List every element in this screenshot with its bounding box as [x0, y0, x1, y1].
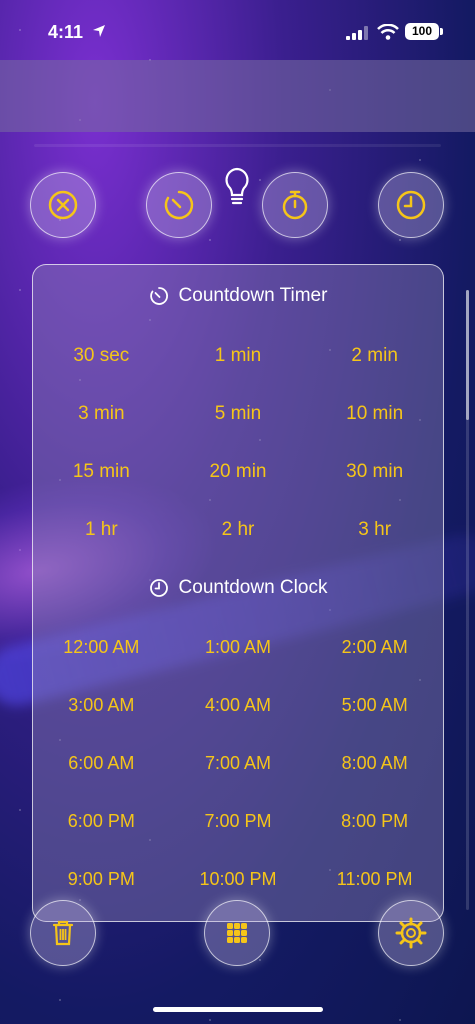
top-bar — [0, 60, 475, 132]
clock-option[interactable]: 9:00 PM — [33, 850, 170, 908]
clock-option[interactable]: 4:00 AM — [170, 676, 307, 734]
lightbulb-icon[interactable] — [222, 166, 252, 208]
timer-option[interactable]: 15 min — [33, 443, 170, 501]
countdown-timer-grid: 30 sec 1 min 2 min 3 min 5 min 10 min 15… — [33, 327, 443, 559]
close-button[interactable] — [30, 172, 96, 238]
delete-button[interactable] — [30, 900, 96, 966]
clock-option[interactable]: 2:00 AM — [306, 618, 443, 676]
close-circle-icon — [48, 190, 78, 220]
grid-dots-icon — [227, 923, 247, 943]
countdown-clock-header: Countdown Clock — [33, 577, 443, 599]
countdown-timer-header: Countdown Timer — [33, 285, 443, 307]
wifi-icon — [377, 24, 399, 40]
timer-option[interactable]: 3 min — [33, 385, 170, 443]
timer-option[interactable]: 30 min — [306, 443, 443, 501]
clock-option[interactable]: 5:00 AM — [306, 676, 443, 734]
scrollbar[interactable] — [466, 290, 469, 910]
apps-button[interactable] — [204, 900, 270, 966]
countdown-clock-title: Countdown Clock — [178, 577, 328, 598]
settings-button[interactable] — [378, 900, 444, 966]
clock-option[interactable]: 3:00 AM — [33, 676, 170, 734]
battery-tip — [440, 28, 443, 35]
clock-option[interactable]: 11:00 PM — [306, 850, 443, 908]
clock-icon — [149, 579, 168, 597]
timer-option[interactable]: 10 min — [306, 385, 443, 443]
status-bar: 4:11 100 — [0, 0, 475, 60]
presets-panel: Countdown Timer 30 sec 1 min 2 min 3 min… — [32, 264, 444, 922]
timer-icon — [164, 190, 194, 220]
location-arrow-icon — [93, 25, 105, 37]
timer-icon — [149, 287, 168, 305]
timer-option[interactable]: 5 min — [170, 385, 307, 443]
clock-option[interactable]: 8:00 PM — [306, 792, 443, 850]
gear-icon — [395, 917, 427, 949]
timer-button[interactable] — [146, 172, 212, 238]
timer-option[interactable]: 3 hr — [306, 501, 443, 559]
timer-option[interactable]: 2 hr — [170, 501, 307, 559]
clock-option[interactable]: 8:00 AM — [306, 734, 443, 792]
battery-indicator: 100 — [405, 23, 439, 40]
timer-option[interactable]: 30 sec — [33, 327, 170, 385]
clock-option[interactable]: 6:00 AM — [33, 734, 170, 792]
timer-option[interactable]: 1 min — [170, 327, 307, 385]
clock-button[interactable] — [378, 172, 444, 238]
timer-option[interactable]: 20 min — [170, 443, 307, 501]
clock-icon — [396, 190, 426, 220]
clock-option[interactable]: 1:00 AM — [170, 618, 307, 676]
timer-option[interactable]: 2 min — [306, 327, 443, 385]
clock-option[interactable]: 6:00 PM — [33, 792, 170, 850]
trash-icon — [52, 920, 74, 946]
stopwatch-icon — [282, 190, 308, 220]
stopwatch-button[interactable] — [262, 172, 328, 238]
countdown-timer-title: Countdown Timer — [178, 285, 328, 306]
home-indicator — [153, 1007, 323, 1012]
divider — [34, 144, 441, 147]
countdown-clock-grid: 12:00 AM 1:00 AM 2:00 AM 3:00 AM 4:00 AM… — [33, 618, 443, 908]
clock-option[interactable]: 7:00 AM — [170, 734, 307, 792]
clock-option[interactable]: 7:00 PM — [170, 792, 307, 850]
scrollbar-thumb[interactable] — [466, 290, 469, 420]
clock-option[interactable]: 12:00 AM — [33, 618, 170, 676]
cellular-signal-icon — [346, 26, 368, 40]
timer-option[interactable]: 1 hr — [33, 501, 170, 559]
status-time: 4:11 — [48, 22, 84, 42]
